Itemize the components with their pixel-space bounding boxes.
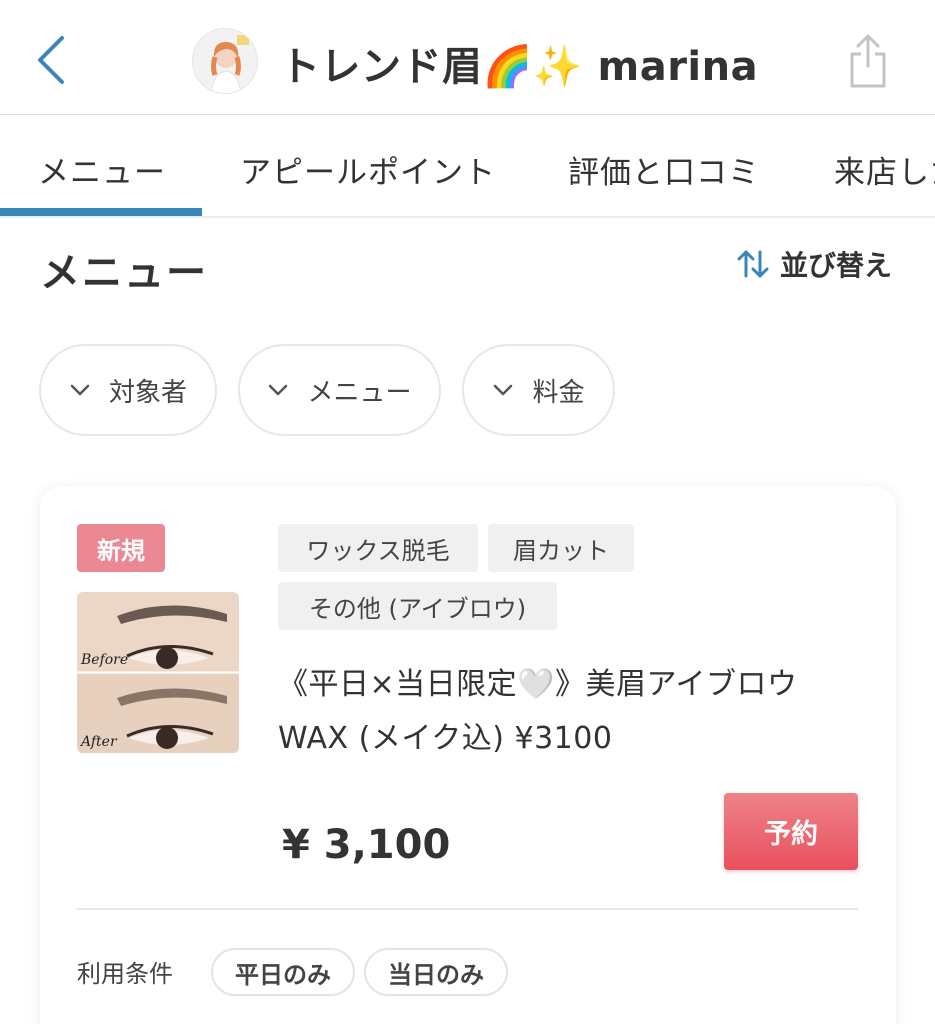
condition-chip: 平日のみ	[211, 948, 355, 996]
new-customer-badge: 新規	[77, 524, 165, 572]
share-icon	[850, 34, 886, 88]
tab-bar: メニュー アピールポイント 評価と口コミ 来店した	[0, 115, 935, 218]
tab-appeal-points[interactable]: アピールポイント	[240, 147, 496, 192]
card-divider	[77, 908, 858, 910]
back-button[interactable]	[30, 32, 74, 88]
after-label: After	[79, 734, 118, 750]
chevron-left-icon	[38, 36, 64, 84]
category-tag: 眉カット	[488, 524, 634, 572]
menu-thumbnail[interactable]: Before After	[77, 592, 239, 753]
sort-button[interactable]: 並び替え	[736, 244, 892, 284]
filter-label: 料金	[532, 377, 585, 408]
section-title: メニュー	[40, 250, 208, 296]
chevron-down-icon	[70, 384, 90, 396]
filter-label: 対象者	[108, 377, 187, 408]
condition-chip: 当日のみ	[364, 948, 508, 996]
menu-section: メニュー 並び替え 対象者 メニュー 料金 新規 Before After ワッ…	[0, 218, 935, 1024]
conditions-label: 利用条件	[77, 960, 173, 988]
active-tab-indicator	[0, 208, 202, 216]
chevron-down-icon	[494, 384, 513, 396]
before-label: Before	[80, 652, 128, 668]
sort-label: 並び替え	[780, 249, 893, 282]
chevron-down-icon	[269, 384, 288, 396]
shop-avatar	[192, 28, 258, 94]
sort-arrows-icon	[737, 250, 769, 278]
shop-title: トレンド眉🌈✨ marina	[280, 44, 759, 90]
reserve-button[interactable]: 予約	[724, 793, 858, 870]
filter-label: メニュー	[307, 377, 412, 408]
tab-reviews[interactable]: 評価と口コミ	[568, 147, 760, 192]
app-header: トレンド眉🌈✨ marina	[0, 0, 935, 115]
menu-name: 《平日×当日限定🤍》美眉アイブロウWAX (メイク込) ¥3100	[278, 667, 798, 756]
share-button[interactable]	[846, 32, 890, 92]
tab-visited[interactable]: 来店した	[834, 147, 935, 192]
category-tag: ワックス脱毛	[278, 524, 478, 572]
menu-card[interactable]: 新規 Before After ワックス脱毛 眉カット その他 (アイブロウ) …	[40, 486, 896, 1024]
filter-target[interactable]: 対象者	[39, 344, 217, 436]
tab-menu[interactable]: メニュー	[38, 147, 166, 192]
filter-menu[interactable]: メニュー	[238, 344, 441, 436]
filter-price[interactable]: 料金	[462, 344, 615, 436]
menu-price: ¥ 3,100	[282, 822, 451, 868]
category-tag: その他 (アイブロウ)	[278, 582, 557, 630]
